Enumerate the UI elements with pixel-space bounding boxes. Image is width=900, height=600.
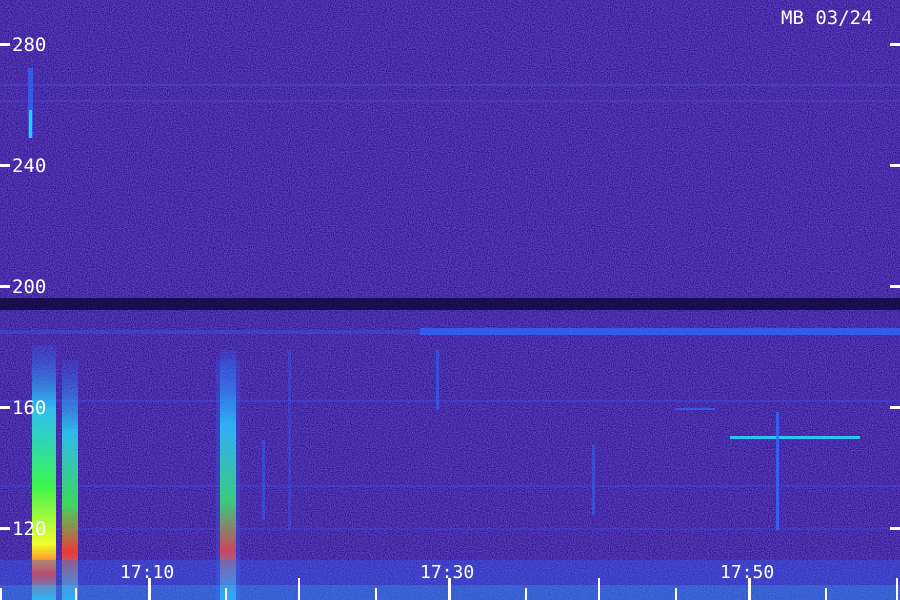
spectrogram-svg: 280 240 200 160 120 17:10 17:30 17:50 MB… [0,0,900,600]
x-tick-minor [75,588,77,600]
x-time-label-1750: 17:50 [720,562,774,583]
y-tick-left-240 [0,164,10,167]
y-tick-label-280: 280 [12,34,46,56]
spectrogram-display: 280 240 200 160 120 17:10 17:30 17:50 MB… [0,0,900,600]
y-tick-right-200 [890,285,900,288]
dark-band [0,298,900,310]
short-blue-line [675,408,715,410]
x-tick-minor [675,588,677,600]
x-time-label-1730: 17:30 [420,562,474,583]
y-tick-label-120: 120 [12,518,46,540]
y-tick-label-240: 240 [12,155,46,177]
burst-top-left-core [29,110,32,138]
x-tick-minor [225,588,227,600]
y-tick-label-200: 200 [12,276,46,298]
carrier-line [420,328,900,335]
streak-b [288,350,291,530]
x-tick-minor [0,588,2,600]
streak-c [436,350,439,410]
y-tick-right-120 [890,527,900,530]
streak-a [262,440,265,520]
y-tick-left-200 [0,285,10,288]
station-label: MB 03/24 [781,7,873,29]
streak-e [776,412,779,530]
y-tick-left-160 [0,406,10,409]
x-tick-minor [298,578,300,600]
y-tick-left-280 [0,43,10,46]
carrier-line-left [0,330,420,334]
x-tick-minor [598,578,600,600]
interference-line-upper [0,84,900,86]
y-tick-right-160 [890,406,900,409]
x-tick-minor [525,588,527,600]
x-tick-minor [825,588,827,600]
y-tick-right-280 [890,43,900,46]
x-tick-minor [896,578,898,600]
y-tick-label-160: 160 [12,397,46,419]
short-cyan-line [730,436,860,439]
weak-line-2 [0,485,900,487]
streak-d [592,445,595,515]
y-tick-left-120 [0,527,10,530]
y-tick-right-240 [890,164,900,167]
weak-line-1 [0,400,900,402]
x-tick-minor [375,588,377,600]
interference-line-mid [0,100,900,102]
x-time-label-1710: 17:10 [120,562,174,583]
weak-line-3 [0,528,900,530]
